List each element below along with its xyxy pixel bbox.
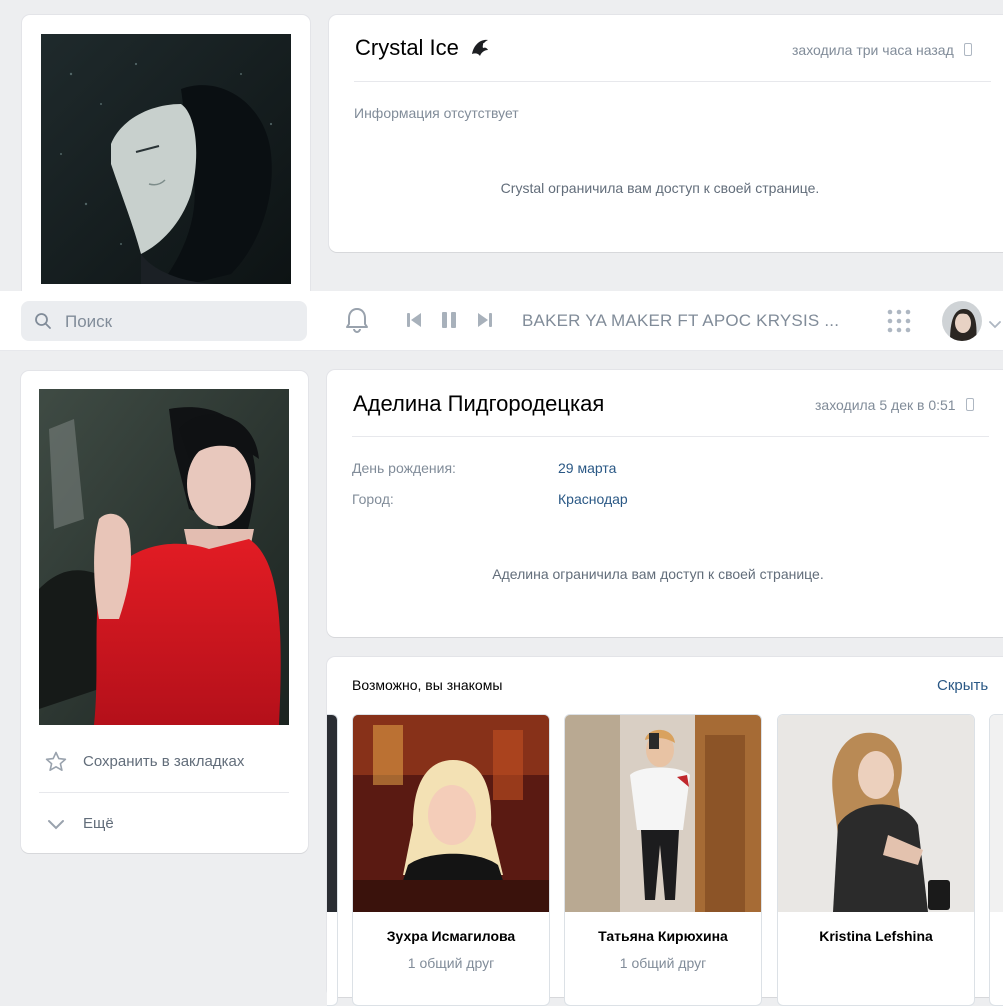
mutual-friends-count[interactable]: 1 общий друг	[565, 955, 761, 971]
suggestion-photo[interactable]	[778, 715, 974, 912]
restricted-access-text: Аделина ограничила вам доступ к своей ст…	[492, 566, 824, 582]
mobile-phone-icon	[965, 398, 974, 411]
divider	[39, 792, 289, 793]
search-icon	[34, 312, 52, 335]
suggestion-photo[interactable]	[565, 715, 761, 912]
suggestion-card[interactable]: Татьяна Кирюхина 1 общий друг	[564, 714, 762, 1006]
more-label: Ещё	[83, 815, 114, 832]
user-avatar[interactable]	[942, 301, 982, 341]
city-value[interactable]: Краснодар	[558, 491, 628, 507]
suggestion-card[interactable]: Зухра Исмагилова 1 общий друг	[352, 714, 550, 1006]
previous-track-icon[interactable]	[405, 311, 423, 334]
suggestion-photo[interactable]	[353, 715, 549, 912]
profile-name: Crystal Ice	[355, 35, 491, 64]
suggestion-card[interactable]: Kristina Lefshina	[777, 714, 975, 1006]
pause-icon[interactable]	[440, 311, 458, 334]
suggestions-title: Возможно, вы знакомы	[352, 677, 503, 693]
restricted-access-text: Crystal ограничила вам доступ к своей ст…	[500, 180, 820, 196]
next-suggestion-card[interactable]	[989, 714, 1003, 1006]
top-profile-photo[interactable]	[41, 34, 291, 284]
suggestion-name[interactable]: Татьяна Кирюхина	[565, 928, 761, 944]
now-playing-title[interactable]: BAKER YA MAKER FT APOC KRYSIS ...	[522, 311, 839, 331]
search-box[interactable]	[21, 301, 307, 341]
top-navigation-bar: BAKER YA MAKER FT APOC KRYSIS ...	[0, 291, 1003, 351]
bookmark-label: Сохранить в закладках	[83, 753, 245, 770]
previous-suggestion-card[interactable]	[327, 714, 338, 1006]
bottom-profile-photo[interactable]	[39, 389, 289, 725]
next-track-icon[interactable]	[476, 311, 494, 334]
profile-name: Аделина Пидгородецкая	[353, 391, 605, 416]
apps-grid-icon[interactable]	[887, 309, 911, 338]
divider	[354, 81, 991, 82]
birthday-value[interactable]: 29 марта	[558, 460, 616, 476]
star-icon	[44, 750, 68, 779]
chevron-down-icon	[47, 818, 65, 836]
mobile-phone-icon	[963, 43, 972, 56]
profile-name-text: Crystal Ice	[355, 35, 459, 60]
suggestion-name[interactable]: Kristina Lefshina	[778, 928, 974, 944]
mutual-friends-count[interactable]: 1 общий друг	[353, 955, 549, 971]
birthday-label: День рождения:	[352, 460, 456, 476]
bookmark-action[interactable]: Сохранить в закладках	[39, 742, 289, 782]
info-missing-text: Информация отсутствует	[354, 105, 519, 121]
city-label: Город:	[352, 491, 394, 507]
suggestion-name[interactable]: Зухра Исмагилова	[353, 928, 549, 944]
last-seen-status: заходила 5 дек в 0:51	[815, 397, 974, 413]
bell-icon[interactable]	[344, 306, 370, 339]
hide-suggestions-link[interactable]: Скрыть	[937, 677, 988, 694]
more-action[interactable]: Ещё	[39, 804, 289, 844]
chevron-down-icon[interactable]	[989, 316, 1001, 334]
divider	[352, 436, 989, 437]
dragon-emoji-icon	[469, 36, 491, 64]
last-seen-status: заходила три часа назад	[792, 42, 972, 58]
search-input[interactable]	[63, 309, 297, 335]
